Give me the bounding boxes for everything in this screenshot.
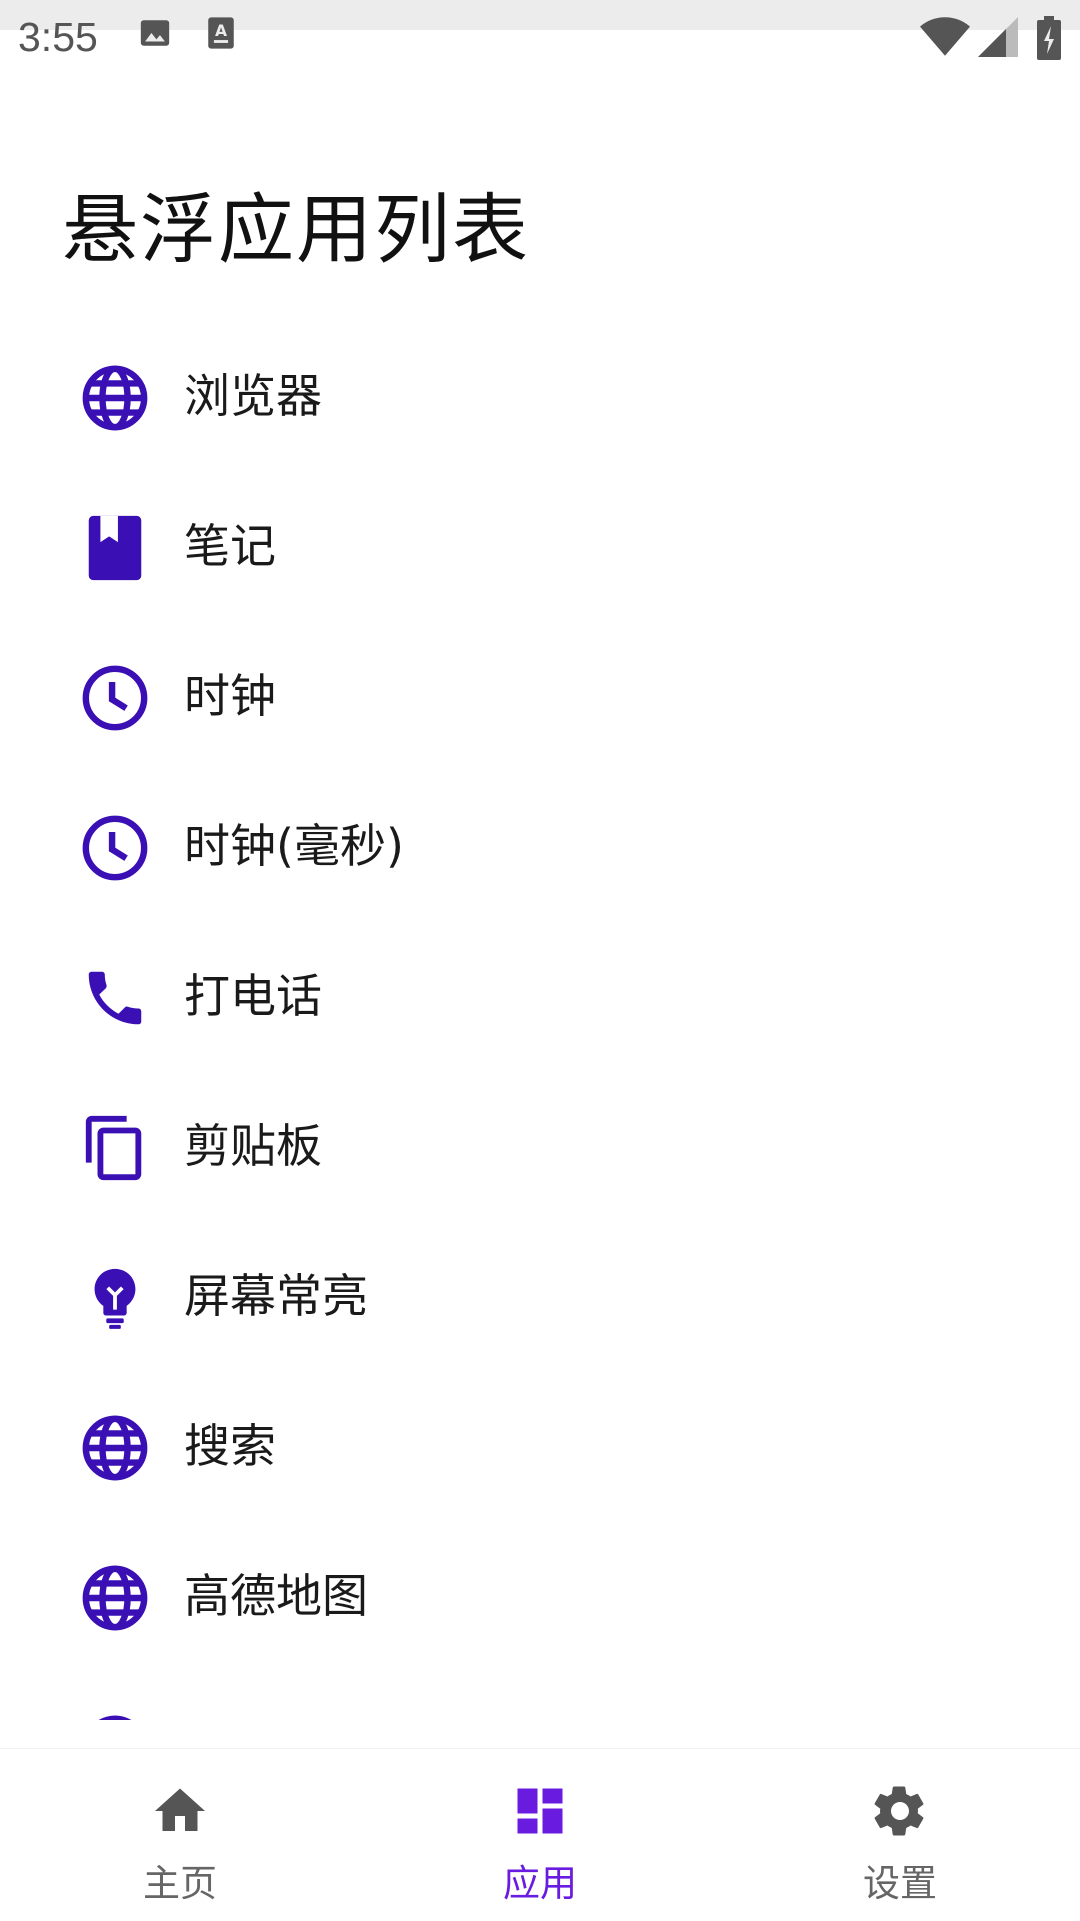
globe-icon [98, 1715, 132, 1720]
status-time: 3:55 [18, 14, 98, 60]
book-icon [88, 515, 142, 581]
list-item-search[interactable]: 搜索 [0, 1370, 1080, 1520]
page-title: 悬浮应用列表 [62, 185, 530, 274]
list-item-label: 时钟 [184, 669, 276, 723]
gear-icon [874, 1786, 924, 1836]
globe-icon [82, 1415, 148, 1481]
nav-item-settings[interactable]: 设置 [790, 1749, 1010, 1921]
wifi-icon [920, 17, 970, 56]
home-icon [155, 1788, 205, 1831]
list-item-clock[interactable]: 时钟 [0, 620, 1080, 770]
list-item-label: 屏幕常亮 [184, 1269, 368, 1323]
nav-label: 主页 [143, 1862, 217, 1905]
image-icon [140, 20, 170, 46]
clock-icon [82, 815, 148, 881]
list-item-phone[interactable]: 打电话 [0, 920, 1080, 1070]
phone-icon [88, 971, 142, 1025]
bottom-navigation: 主页 应用 设置 [0, 1748, 1080, 1920]
app-list[interactable]: 浏览器 笔记 时钟 时钟(毫秒) 打电话 剪贴板 屏幕常亮 搜索 高德地图 [0, 320, 1080, 1720]
globe-icon [82, 365, 148, 431]
keyboard-icon: A [208, 17, 234, 49]
list-item-clipboard[interactable]: 剪贴板 [0, 1070, 1080, 1220]
nav-item-home[interactable]: 主页 [70, 1749, 290, 1921]
copy-icon [85, 1115, 142, 1181]
list-item-label: 笔记 [184, 519, 276, 573]
list-item-label: 高德地图 [184, 1569, 368, 1623]
status-bar: 3:55 A [0, 12, 1080, 66]
list-item-label: 搜索 [184, 1419, 276, 1473]
list-item-label: 剪贴板 [184, 1119, 322, 1173]
list-item-label: 浏览器 [184, 369, 322, 423]
nav-label: 设置 [863, 1862, 937, 1905]
list-item-browser[interactable]: 浏览器 [0, 320, 1080, 470]
svg-text:A: A [215, 22, 227, 40]
list-item-notes[interactable]: 笔记 [0, 470, 1080, 620]
list-item-label: 打电话 [184, 969, 322, 1023]
battery-charging-icon [1037, 16, 1061, 60]
nav-label: 应用 [503, 1862, 577, 1905]
signal-icon [978, 17, 1018, 57]
list-item-amap[interactable]: 高德地图 [0, 1520, 1080, 1670]
list-item-clock-ms[interactable]: 时钟(毫秒) [0, 770, 1080, 920]
list-item-screen-on[interactable]: 屏幕常亮 [0, 1220, 1080, 1370]
dashboard-icon [517, 1788, 563, 1834]
lightbulb-icon [94, 1268, 136, 1329]
clock-icon [82, 665, 148, 731]
list-item-label: 时钟(毫秒) [184, 819, 404, 873]
list-item-partial[interactable] [0, 1670, 1080, 1720]
globe-icon [82, 1565, 148, 1631]
nav-item-apps[interactable]: 应用 [430, 1749, 650, 1921]
